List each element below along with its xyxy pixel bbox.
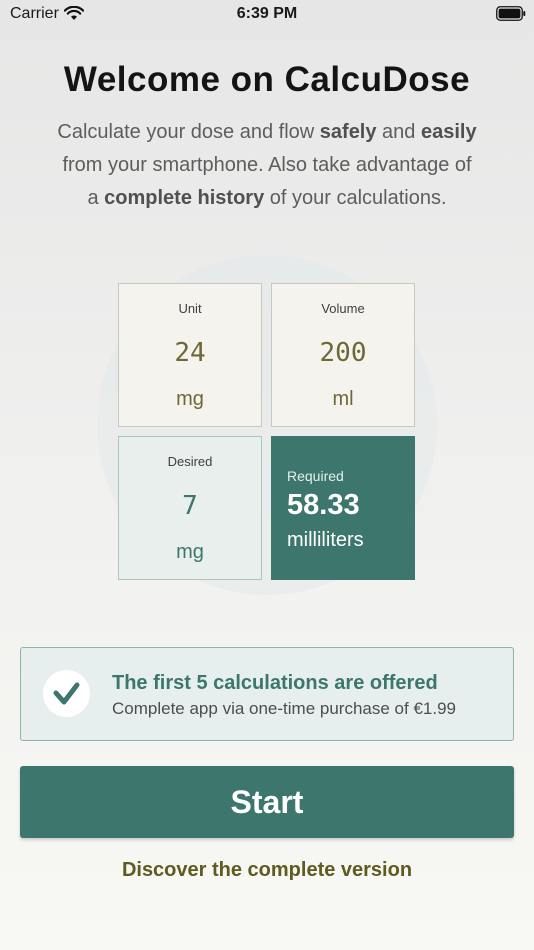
desired-tile: Desired 7 mg xyxy=(118,436,262,580)
offer-title: The first 5 calculations are offered xyxy=(112,672,438,694)
free-calculations-banner: The first 5 calculations are offered Com… xyxy=(20,647,514,741)
page-title: Welcome on CalcuDose xyxy=(63,60,471,99)
volume-tile: Volume 200 ml xyxy=(271,283,415,427)
desired-value: 7 xyxy=(182,491,198,521)
status-bar: Carrier 6:39 PM xyxy=(0,0,534,28)
desired-unit: mg xyxy=(176,541,204,563)
required-value: 58.33 xyxy=(287,489,360,521)
required-label: Required xyxy=(287,468,344,484)
checkmark-icon xyxy=(53,682,80,705)
clock: 6:39 PM xyxy=(236,5,298,22)
intro-line: a complete history of your calculations. xyxy=(87,187,447,209)
discover-complete-version-link[interactable]: Discover the complete version xyxy=(0,859,534,882)
volume-unit: ml xyxy=(332,388,354,410)
desired-label: Desired xyxy=(167,454,213,469)
check-badge xyxy=(43,670,90,717)
intro-line: Calculate your dose and flow safely and … xyxy=(57,121,477,143)
intro-line: from your smartphone. Also take advantag… xyxy=(62,154,472,176)
required-tile: Required 58.33 milliliters xyxy=(271,436,415,580)
offer-subtitle: Complete app via one-time purchase of €1… xyxy=(112,699,456,718)
unit-unit: mg xyxy=(176,388,204,410)
volume-label: Volume xyxy=(321,301,365,316)
volume-value: 200 xyxy=(319,338,367,368)
intro-text: Calculate your dose and flow safely and … xyxy=(20,116,514,215)
required-unit: milliliters xyxy=(287,529,364,551)
unit-value: 24 xyxy=(174,338,206,368)
battery-icon xyxy=(496,6,526,21)
start-button[interactable]: Start xyxy=(20,766,514,838)
unit-tile: Unit 24 mg xyxy=(118,283,262,427)
unit-label: Unit xyxy=(178,301,202,316)
